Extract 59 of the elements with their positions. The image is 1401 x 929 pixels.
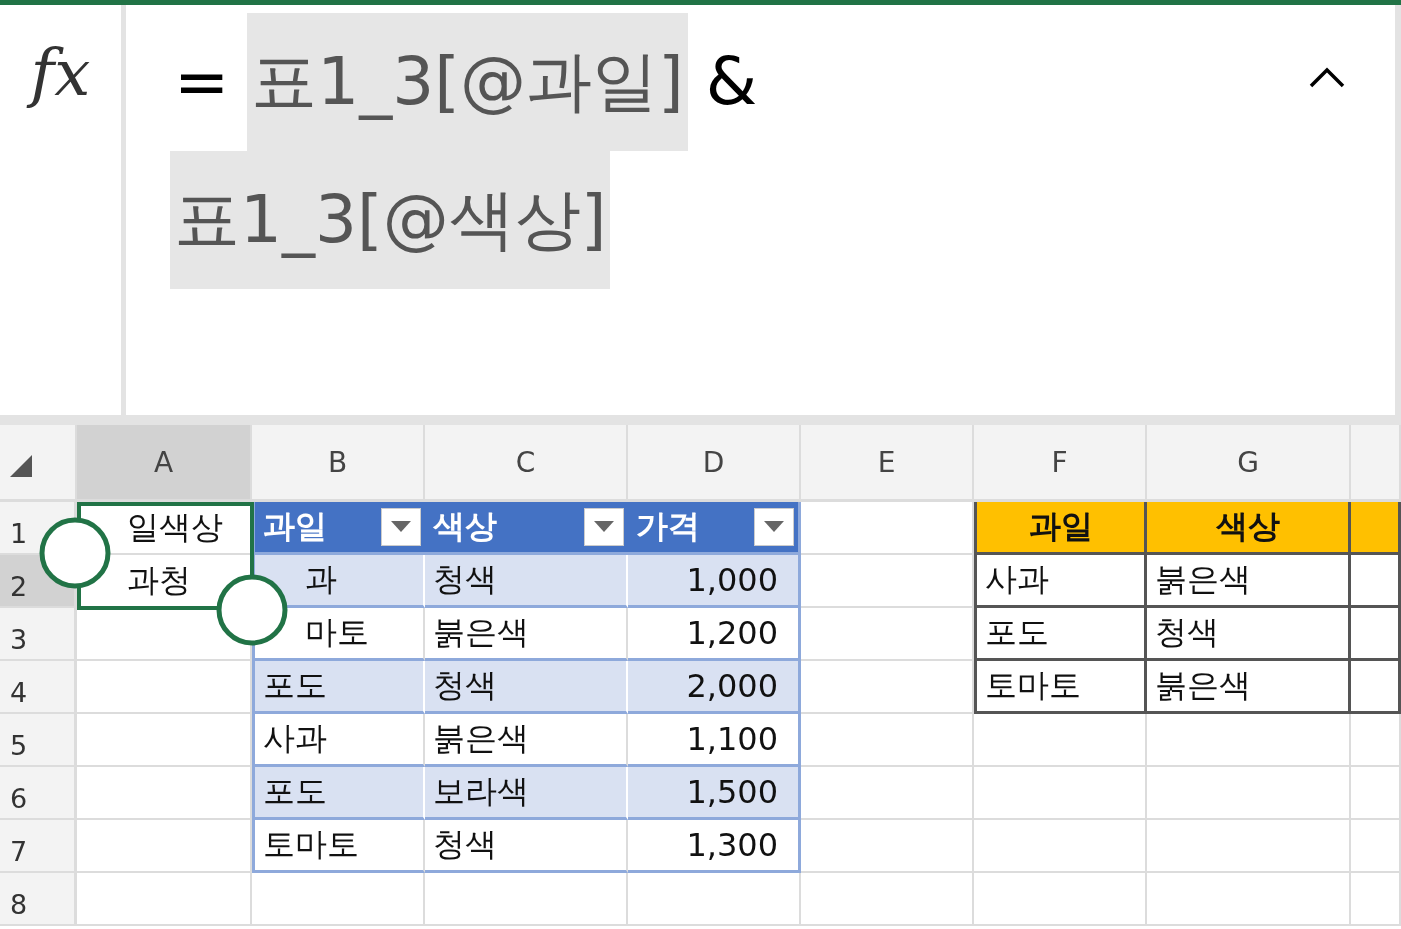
table-cell: 과일: [974, 502, 1147, 555]
table-cell: 1,300: [628, 820, 801, 873]
empty-cell: [1351, 714, 1401, 767]
table-cell: 붉은색: [1147, 661, 1351, 714]
empty-cell: [1351, 767, 1401, 820]
empty-cell: [1351, 873, 1401, 926]
column-header[interactable]: B: [252, 425, 425, 502]
table-cell: 청색: [425, 820, 628, 873]
table-cell: 1,200: [628, 608, 801, 661]
row-header[interactable]: 3: [0, 608, 77, 661]
header-text: 과일: [263, 506, 327, 547]
table-cell: 붉은색: [1147, 555, 1351, 608]
empty-cell: [1351, 820, 1401, 873]
table-cell: 1,500: [628, 767, 801, 820]
table-cell: 1,100: [628, 714, 801, 767]
selection-handle[interactable]: [216, 574, 288, 646]
table-cell: [1351, 661, 1401, 714]
table-cell: 포도: [252, 767, 425, 820]
table-cell: 붉은색: [425, 714, 628, 767]
row-header[interactable]: 5: [0, 714, 77, 767]
table-cell: 붉은색: [425, 608, 628, 661]
column-header[interactable]: G: [1147, 425, 1351, 502]
table-cell: 사과: [974, 555, 1147, 608]
table-cell: 보라색: [425, 767, 628, 820]
table-cell: 색상: [1147, 502, 1351, 555]
dropdown-arrow-icon: [594, 521, 614, 533]
table-cell: [1351, 608, 1401, 661]
table-cell: 청색: [425, 555, 628, 608]
column-header[interactable]: A: [77, 425, 252, 502]
filter-button[interactable]: [754, 508, 794, 546]
dropdown-arrow-icon: [391, 521, 411, 533]
table-cell: 사과: [252, 714, 425, 767]
table-cell: 포도: [252, 661, 425, 714]
table-cell: 청색: [1147, 608, 1351, 661]
table-cell: 청색: [425, 661, 628, 714]
dropdown-arrow-icon: [764, 521, 784, 533]
header-text: 색상: [433, 506, 497, 547]
table-cell: 토마토: [252, 820, 425, 873]
row-header[interactable]: 6: [0, 767, 77, 820]
selection-handle[interactable]: [39, 517, 111, 589]
table-cell: 2,000: [628, 661, 801, 714]
row-header[interactable]: 8: [0, 873, 77, 926]
row-header[interactable]: 4: [0, 661, 77, 714]
column-header[interactable]: C: [425, 425, 628, 502]
formula-text[interactable]: = 표1_3[@과일] & 표1_3[@색상]: [170, 13, 870, 289]
select-all-icon[interactable]: [10, 455, 32, 477]
filter-button[interactable]: [381, 508, 421, 546]
table-cell: 포도: [974, 608, 1147, 661]
column-header[interactable]: E: [801, 425, 974, 502]
filter-button[interactable]: [584, 508, 624, 546]
table-cell: 1,000: [628, 555, 801, 608]
table-cell: 토마토: [974, 661, 1147, 714]
table-cell: [1351, 555, 1401, 608]
collapse-icon[interactable]: [1309, 65, 1345, 89]
column-header[interactable]: F: [974, 425, 1147, 502]
table-cell: [1351, 502, 1401, 555]
row-header[interactable]: 7: [0, 820, 77, 873]
column-header[interactable]: D: [628, 425, 801, 502]
header-text: 가격: [636, 506, 700, 547]
